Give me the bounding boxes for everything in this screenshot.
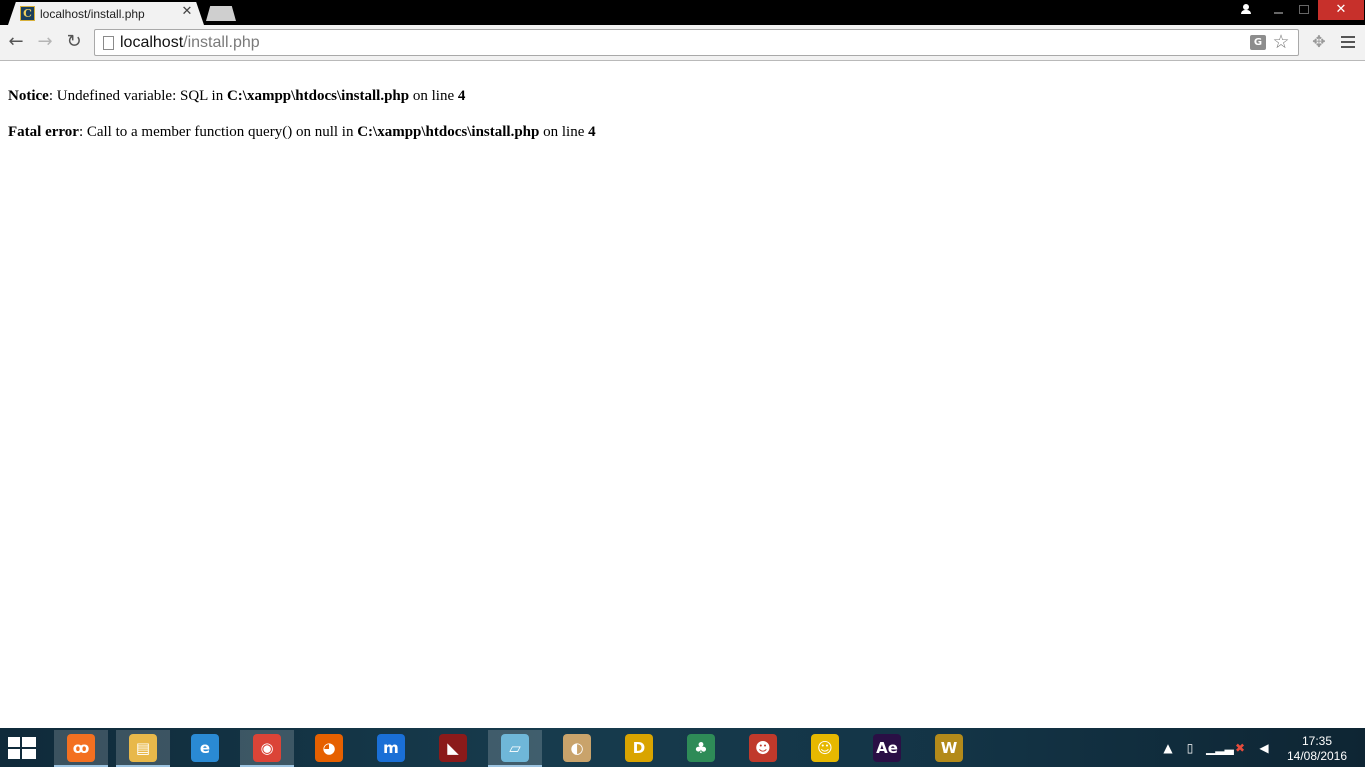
browser-tab[interactable]: C localhost/install.php ✕ xyxy=(8,2,204,25)
notice-text: : Undefined variable: SQL in xyxy=(48,88,227,104)
back-arrow-icon[interactable]: ← xyxy=(5,31,27,53)
clock[interactable]: 17:35 14/08/2016 xyxy=(1282,734,1352,767)
url-text[interactable]: localhost/install.php xyxy=(120,34,260,52)
fatal-error-file-path: C:\xampp\htdocs\install.php xyxy=(357,124,540,140)
fatal-error-label: Fatal error xyxy=(8,124,79,140)
windows-start-icon[interactable] xyxy=(8,737,38,759)
game-character-icon: ☻ xyxy=(749,734,777,762)
racing-game-icon: ◣ xyxy=(439,734,467,762)
php-fatal-error-message: Fatal error: Call to a member function q… xyxy=(8,123,1348,141)
maxthon-icon: m xyxy=(377,734,405,762)
world-of-warcraft-icon: W xyxy=(935,734,963,762)
taskbar-app-button[interactable]: D xyxy=(612,730,666,767)
address-bar[interactable]: localhost/install.php G ☆ xyxy=(94,29,1299,56)
url-path: /install.php xyxy=(183,34,260,51)
php-notice-message: Notice: Undefined variable: SQL in C:\xa… xyxy=(8,87,1348,105)
forward-arrow-icon[interactable]: → xyxy=(34,31,56,53)
user-profile-icon[interactable] xyxy=(1237,0,1255,20)
device-icon[interactable]: ▯ xyxy=(1182,740,1198,756)
taskbar-app-button[interactable]: ▱ xyxy=(488,730,542,767)
page-icon xyxy=(103,36,114,50)
notice-label: Notice xyxy=(8,88,49,104)
file-explorer-icon: ▤ xyxy=(129,734,157,762)
notice-file-path: C:\xampp\htdocs\install.php xyxy=(226,88,410,104)
site-favicon-icon: C xyxy=(20,6,35,21)
page-content: Notice: Undefined variable: SQL in C:\xa… xyxy=(8,87,1348,141)
browser-toolbar: ← → ↻ localhost/install.php G ☆ ✥ xyxy=(0,25,1365,61)
taskbar-app-button[interactable]: ♣ xyxy=(674,730,728,767)
taskbar-app-button[interactable]: ◉ xyxy=(240,730,294,767)
notice-line-number: 4 xyxy=(457,88,466,104)
tab-close-icon[interactable]: ✕ xyxy=(180,5,194,19)
fatal-error-line-prefix: on line xyxy=(539,124,589,140)
notes-app-icon: ▱ xyxy=(501,734,529,762)
fatal-error-text: : Call to a member function query() on n… xyxy=(78,124,358,140)
volume-icon[interactable]: ◀ xyxy=(1256,740,1272,756)
after-effects-icon: Ae xyxy=(873,734,901,762)
internet-explorer-icon: e xyxy=(191,734,219,762)
minimize-button[interactable] xyxy=(1268,0,1290,20)
taskbar-app-button[interactable]: Ae xyxy=(860,730,914,767)
d-app-icon: D xyxy=(625,734,653,762)
network-error-icon[interactable]: ✖ xyxy=(1232,740,1248,756)
chrome-icon: ◉ xyxy=(253,734,281,762)
translate-icon[interactable]: G xyxy=(1250,35,1266,50)
windows-taskbar: ꝏ ▤ e ◉ ◕ m ◣ ▱ ◐ D ♣ ☻ ☺ Ae W ▲ ▯ ▁▂▃ ✖ ◀ 17:35 14/08… xyxy=(0,728,1365,767)
taskbar-app-button[interactable]: m xyxy=(364,730,418,767)
tab-title: localhost/install.php xyxy=(40,7,145,21)
url-host: localhost xyxy=(120,34,184,51)
hardhat-game-icon: ☺ xyxy=(811,734,839,762)
extension-puzzle-icon[interactable]: ✥ xyxy=(1309,32,1329,52)
clock-date: 14/08/2016 xyxy=(1286,749,1348,763)
taskbar-app-button[interactable]: ▤ xyxy=(116,730,170,767)
fatal-error-line-number: 4 xyxy=(588,124,596,140)
reload-icon[interactable]: ↻ xyxy=(63,31,85,53)
taskbar-app-button[interactable]: ☻ xyxy=(736,730,790,767)
notice-line-prefix: on line xyxy=(409,88,458,104)
tray-chevron-icon[interactable]: ▲ xyxy=(1160,740,1176,756)
clock-time: 17:35 xyxy=(1301,734,1333,748)
new-tab-button[interactable] xyxy=(206,6,236,21)
paint-icon: ◐ xyxy=(563,734,591,762)
bookmark-star-icon[interactable]: ☆ xyxy=(1270,31,1292,53)
taskbar-app-button[interactable]: W xyxy=(922,730,976,767)
taskbar-app-button[interactable]: ꝏ xyxy=(54,730,108,767)
mahjong-icon: ♣ xyxy=(687,734,715,762)
signal-icon[interactable]: ▁▂▃ xyxy=(1206,740,1234,756)
taskbar-app-button[interactable]: ☺ xyxy=(798,730,852,767)
xampp-icon: ꝏ xyxy=(67,734,95,762)
window-close-button[interactable]: ✕ xyxy=(1318,0,1364,20)
firefox-icon: ◕ xyxy=(315,734,343,762)
taskbar-app-button[interactable]: e xyxy=(178,730,232,767)
chrome-menu-icon[interactable] xyxy=(1341,36,1355,48)
browser-titlebar: C localhost/install.php ✕ ✕ xyxy=(0,0,1365,25)
taskbar-app-button[interactable]: ◐ xyxy=(550,730,604,767)
taskbar-app-button[interactable]: ◣ xyxy=(426,730,480,767)
taskbar-app-button[interactable]: ◕ xyxy=(302,730,356,767)
restore-button[interactable] xyxy=(1292,0,1314,20)
